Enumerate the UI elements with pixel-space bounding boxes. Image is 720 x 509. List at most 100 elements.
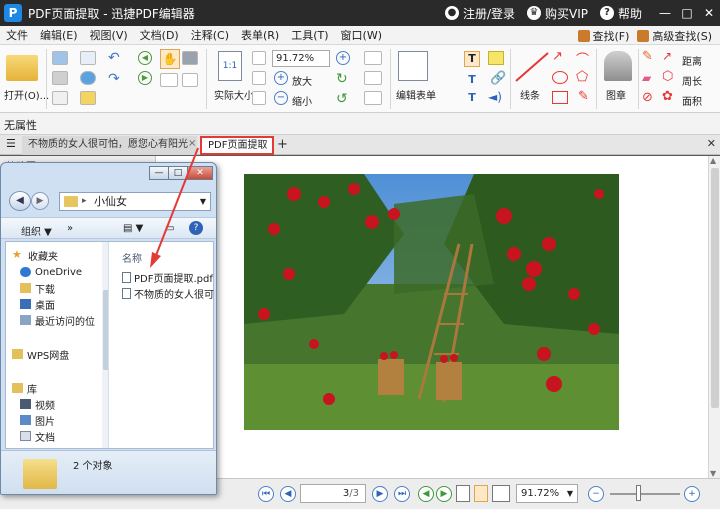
menu-comment[interactable]: 注释(C) [185, 27, 235, 43]
perimeter-label[interactable]: 周长 [682, 73, 702, 88]
actual-size-label[interactable]: 实际大小 [214, 87, 254, 102]
polygon-tool-icon[interactable]: ⬠ [576, 69, 588, 85]
single-page-icon[interactable] [456, 485, 470, 502]
nav-item-videos[interactable]: 视频 [20, 397, 55, 412]
more-button[interactable]: » [67, 223, 73, 234]
explorer-back-icon[interactable]: ◀ [9, 191, 31, 211]
explorer-help-icon[interactable]: ? [189, 221, 203, 235]
area-icon[interactable]: ✿ [662, 89, 673, 104]
edit-form-icon[interactable] [398, 51, 428, 81]
nav-item-desktop[interactable]: 桌面 [20, 297, 55, 312]
maximize-button[interactable]: □ [676, 0, 698, 26]
scroll-down-icon[interactable]: ▼ [710, 469, 716, 478]
stamp-label[interactable]: 图章 [606, 87, 626, 102]
status-zoom-in-icon[interactable]: + [684, 486, 700, 502]
fit-visible-icon[interactable] [252, 91, 266, 105]
first-page-icon[interactable]: ⏮ [258, 486, 274, 502]
zoom-out-icon[interactable]: − [274, 91, 288, 105]
undo-icon[interactable]: ↶ [108, 50, 120, 66]
polyline-tool-icon[interactable]: ⌒ [576, 49, 589, 68]
menu-tools[interactable]: 工具(T) [285, 27, 334, 43]
zoom-in-label[interactable]: 放大 [292, 73, 312, 88]
login-button[interactable]: ● 注册/登录 [444, 5, 515, 22]
zoom-plus-icon[interactable]: + [336, 51, 350, 65]
scrollbar-thumb[interactable] [711, 168, 719, 408]
underline-text-icon[interactable]: T [464, 91, 480, 105]
ellipse-tool-icon[interactable] [552, 71, 568, 84]
select-tool-icon[interactable] [160, 73, 178, 87]
forward-view-icon[interactable]: ▶ [436, 486, 452, 502]
explorer-close-button[interactable]: ✕ [187, 166, 213, 180]
minimize-button[interactable]: — [654, 0, 676, 26]
explorer-maximize-button[interactable]: □ [168, 166, 188, 180]
file-item[interactable]: 不物质的女人很可 [122, 286, 216, 301]
menu-edit[interactable]: 编辑(E) [34, 27, 84, 43]
page-thumbs-icon[interactable] [364, 91, 382, 105]
typewriter-icon[interactable]: T [464, 73, 480, 87]
export-icon[interactable] [80, 91, 96, 105]
zoom-in-icon[interactable]: + [274, 71, 288, 85]
rotate-back-icon[interactable]: ↺ [336, 91, 348, 107]
area-label[interactable]: 面积 [682, 93, 702, 108]
tab-pdf-extract[interactable]: PDF页面提取 [200, 136, 274, 155]
email-icon[interactable] [80, 51, 96, 65]
pencil-tool-icon[interactable]: ✎ [578, 89, 589, 104]
prev-page-icon[interactable]: ◀ [280, 486, 296, 502]
explorer-minimize-button[interactable]: — [149, 166, 169, 180]
forward-icon[interactable]: ▶ [138, 71, 152, 85]
cloud-icon[interactable] [80, 71, 96, 85]
perimeter-icon[interactable]: ⬡ [662, 69, 673, 84]
menu-window[interactable]: 窗口(W) [335, 27, 388, 43]
line-tool-label[interactable]: 线条 [520, 87, 540, 102]
menu-form[interactable]: 表单(R) [235, 27, 285, 43]
advanced-find-button[interactable]: 高级查找(S) [633, 28, 716, 44]
status-zoom-out-icon[interactable]: − [588, 486, 604, 502]
menu-document[interactable]: 文档(D) [134, 27, 185, 43]
nav-item-favorites[interactable]: ★ 收藏夹 [12, 248, 58, 263]
document-viewer[interactable]: ▲ ▼ [155, 156, 720, 478]
organize-button[interactable]: 组织 ▼ [21, 223, 52, 238]
snapshot-icon[interactable] [182, 51, 198, 65]
line-tool-icon[interactable] [514, 51, 550, 83]
new-tab-icon[interactable]: + [277, 137, 288, 152]
eraser-icon[interactable]: ▰ [642, 71, 651, 85]
explorer-nav-scrollbar[interactable] [102, 242, 108, 448]
arrow-tool-icon[interactable]: ↗ [552, 49, 563, 64]
insert-page-icon[interactable] [364, 71, 382, 85]
nav-item-recent[interactable]: 最近访问的位 [20, 313, 95, 328]
fit-page-icon[interactable] [252, 71, 266, 85]
back-icon[interactable]: ◀ [138, 51, 152, 65]
hand-tool-icon[interactable]: ✋ [160, 49, 180, 69]
rotate-icon[interactable]: ↻ [336, 71, 348, 87]
menu-view[interactable]: 视图(V) [84, 27, 134, 43]
explorer-nav-scroll-thumb[interactable] [103, 290, 108, 370]
page-number-input[interactable]: 3/3 [300, 484, 366, 503]
zoom-out-label[interactable]: 缩小 [292, 93, 312, 108]
crop-page-icon[interactable] [364, 51, 382, 65]
buy-vip-button[interactable]: ♛ 购买VIP [526, 5, 588, 22]
close-button[interactable]: ✕ [698, 0, 720, 26]
explorer-address-bar[interactable]: ▸ 小仙女 ▼ [59, 192, 211, 211]
help-button[interactable]: ? 帮助 [599, 5, 642, 22]
tab-menu-icon[interactable]: ☰ [6, 137, 16, 150]
explorer-forward-icon[interactable]: ▶ [31, 192, 49, 210]
column-header-name[interactable]: 名称 [122, 250, 142, 265]
rectangle-tool-icon[interactable] [552, 91, 568, 104]
zoom-select[interactable]: 91.72% [272, 50, 330, 67]
nav-item-downloads[interactable]: 下载 [20, 281, 55, 296]
nav-item-libraries[interactable]: 库 [12, 381, 37, 396]
text-box-icon[interactable]: T [464, 51, 480, 67]
print-icon[interactable] [52, 71, 68, 85]
zoom-slider-thumb[interactable] [636, 485, 641, 501]
save-icon[interactable] [52, 51, 68, 65]
status-zoom-select[interactable]: 91.72% ▼ [516, 484, 578, 503]
no-symbol-icon[interactable]: ⊘ [642, 90, 653, 105]
sound-icon[interactable]: ◄) [488, 90, 502, 104]
text-select-icon[interactable] [182, 73, 198, 87]
nav-item-pictures[interactable]: 图片 [20, 413, 55, 428]
nav-item-documents[interactable]: 文档 [20, 429, 55, 444]
edit-form-label[interactable]: 编辑表单 [396, 87, 436, 102]
open-button-label[interactable]: 打开(O)... [4, 87, 49, 102]
nav-item-wps-drive[interactable]: WPS网盘 [12, 347, 69, 362]
last-page-icon[interactable]: ⏭ [394, 486, 410, 502]
